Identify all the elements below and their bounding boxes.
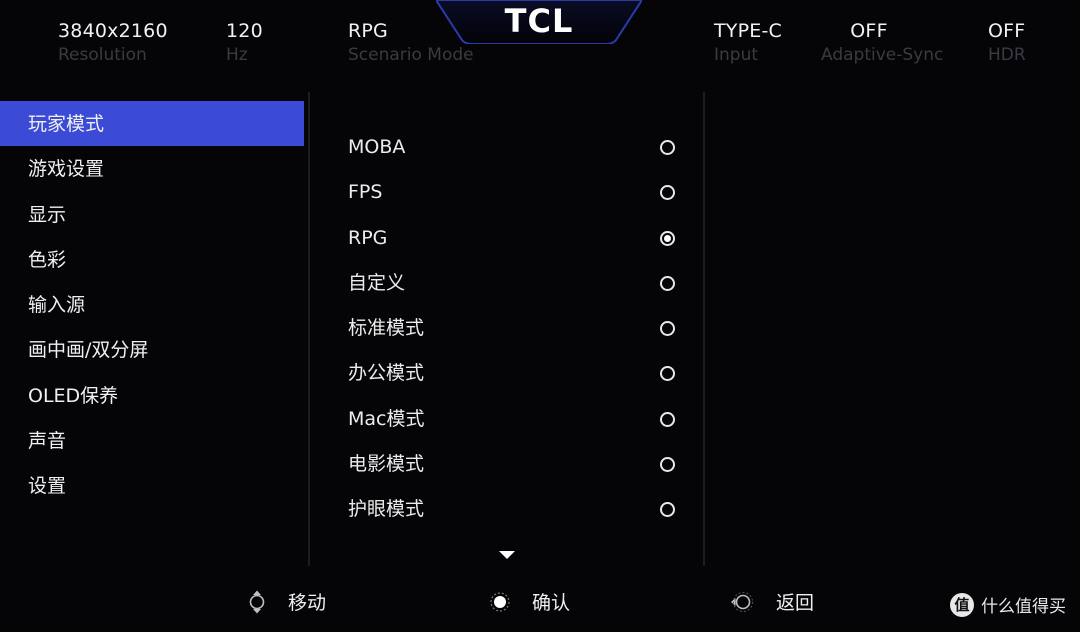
radio-button-icon[interactable] — [660, 366, 675, 382]
option-label: 护眼模式 — [348, 498, 425, 521]
status-input: TYPE-C Input — [714, 18, 782, 66]
status-adaptive-sync-value: OFF — [850, 20, 888, 42]
status-hdr: OFF HDR — [988, 18, 1026, 66]
option-label: FPS — [348, 181, 383, 204]
option-label: MOBA — [348, 136, 406, 158]
option-mac-mode[interactable]: Mac模式 — [320, 396, 690, 441]
option-label: 电影模式 — [348, 453, 425, 476]
menu-item-player-mode[interactable]: 玩家模式 — [0, 101, 304, 147]
radio-button-selected-icon[interactable] — [660, 230, 675, 246]
option-label: RPG — [348, 226, 388, 249]
hint-confirm: 确认 — [488, 588, 570, 615]
option-office-mode[interactable]: 办公模式 — [320, 350, 690, 395]
menu-item-label: 声音 — [28, 430, 67, 453]
menu-item-label: 游戏设置 — [28, 158, 105, 181]
radio-button-icon[interactable] — [660, 275, 675, 291]
joystick-up-down-icon — [249, 590, 265, 613]
menu-item-label: 玩家模式 — [28, 113, 105, 135]
menu-item-label: 色彩 — [28, 248, 67, 271]
option-label: 办公模式 — [348, 362, 425, 385]
radio-button-icon[interactable] — [660, 457, 675, 473]
option-standard-mode[interactable]: 标准模式 — [320, 305, 690, 350]
radio-button-icon[interactable] — [660, 321, 675, 337]
option-movie-mode[interactable]: 电影模式 — [320, 441, 690, 486]
category-menu: 玩家模式 游戏设置 显示 色彩 输入源 画中画/双分屏 OLED保养 声音 设置 — [0, 101, 304, 509]
status-hdr-label: HDR — [988, 45, 1026, 65]
osd-window: 3840x2160 Resolution 120 Hz RPG Scenario… — [0, 0, 1080, 632]
menu-item-label: 设置 — [28, 475, 67, 498]
option-label: 自定义 — [348, 271, 406, 294]
menu-item-settings[interactable]: 设置 — [0, 463, 304, 508]
option-rpg[interactable]: RPG — [320, 215, 690, 260]
status-adaptive-sync-label: Adaptive-Sync — [821, 45, 944, 65]
hint-confirm-label: 确认 — [532, 592, 571, 614]
menu-item-color[interactable]: 色彩 — [0, 237, 304, 282]
radio-button-icon[interactable] — [660, 140, 675, 155]
status-bar: 3840x2160 Resolution 120 Hz RPG Scenario… — [0, 0, 1080, 90]
status-refresh-rate-value: 120 — [226, 20, 263, 42]
watermark: 值 什么值得买 — [950, 592, 1066, 617]
status-refresh-rate: 120 Hz — [226, 18, 263, 66]
status-resolution-label: Resolution — [58, 45, 147, 65]
status-resolution: 3840x2160 Resolution — [58, 18, 168, 66]
watermark-logo-icon: 值 — [950, 592, 974, 617]
option-label: Mac模式 — [348, 407, 425, 430]
status-hdr-value: OFF — [988, 20, 1026, 42]
radio-button-icon[interactable] — [660, 502, 675, 518]
brand-logo-text: TCL — [504, 2, 574, 40]
menu-item-sound[interactable]: 声音 — [0, 418, 304, 463]
hint-back: 返回 — [730, 588, 814, 615]
bottom-hint-bar: 移动 确认 返回 值 什么值得买 — [0, 572, 1080, 632]
radio-button-icon[interactable] — [660, 185, 675, 201]
menu-item-label: 画中画/双分屏 — [28, 339, 149, 362]
option-eye-care-mode[interactable]: 护眼模式 — [320, 486, 690, 531]
menu-item-display[interactable]: 显示 — [0, 192, 304, 237]
scroll-down-arrow-icon[interactable] — [499, 551, 515, 559]
joystick-left-icon — [731, 591, 753, 612]
joystick-press-icon — [490, 591, 510, 612]
option-fps[interactable]: FPS — [320, 169, 690, 214]
option-moba[interactable]: MOBA — [320, 124, 690, 169]
status-input-label: Input — [714, 45, 759, 65]
status-refresh-rate-label: Hz — [226, 45, 248, 65]
menu-item-label: 显示 — [28, 203, 67, 226]
menu-item-label: OLED保养 — [28, 384, 119, 407]
option-label: 标准模式 — [348, 317, 425, 340]
option-custom[interactable]: 自定义 — [320, 260, 690, 305]
brand-logo: TCL — [436, 0, 642, 44]
column-divider-right — [703, 92, 705, 566]
column-divider-left — [308, 92, 310, 566]
menu-item-pip-pbp[interactable]: 画中画/双分屏 — [0, 327, 304, 372]
hint-move: 移动 — [246, 588, 326, 615]
status-scenario-mode-label: Scenario Mode — [348, 45, 474, 65]
menu-item-label: 输入源 — [28, 294, 86, 317]
menu-item-game-settings[interactable]: 游戏设置 — [0, 146, 304, 191]
hint-move-label: 移动 — [288, 592, 327, 614]
radio-button-icon[interactable] — [660, 411, 675, 427]
menu-item-input-source[interactable]: 输入源 — [0, 282, 304, 327]
status-input-value: TYPE-C — [714, 20, 782, 42]
watermark-text: 什么值得买 — [981, 597, 1066, 617]
status-resolution-value: 3840x2160 — [58, 20, 168, 42]
status-adaptive-sync: OFF Adaptive-Sync — [821, 18, 951, 66]
scenario-mode-options: MOBA FPS RPG 自定义 标准模式 办公模式 Mac模式 电影模式 护眼… — [320, 124, 690, 532]
menu-item-oled-care[interactable]: OLED保养 — [0, 373, 304, 418]
hint-back-label: 返回 — [776, 592, 815, 614]
